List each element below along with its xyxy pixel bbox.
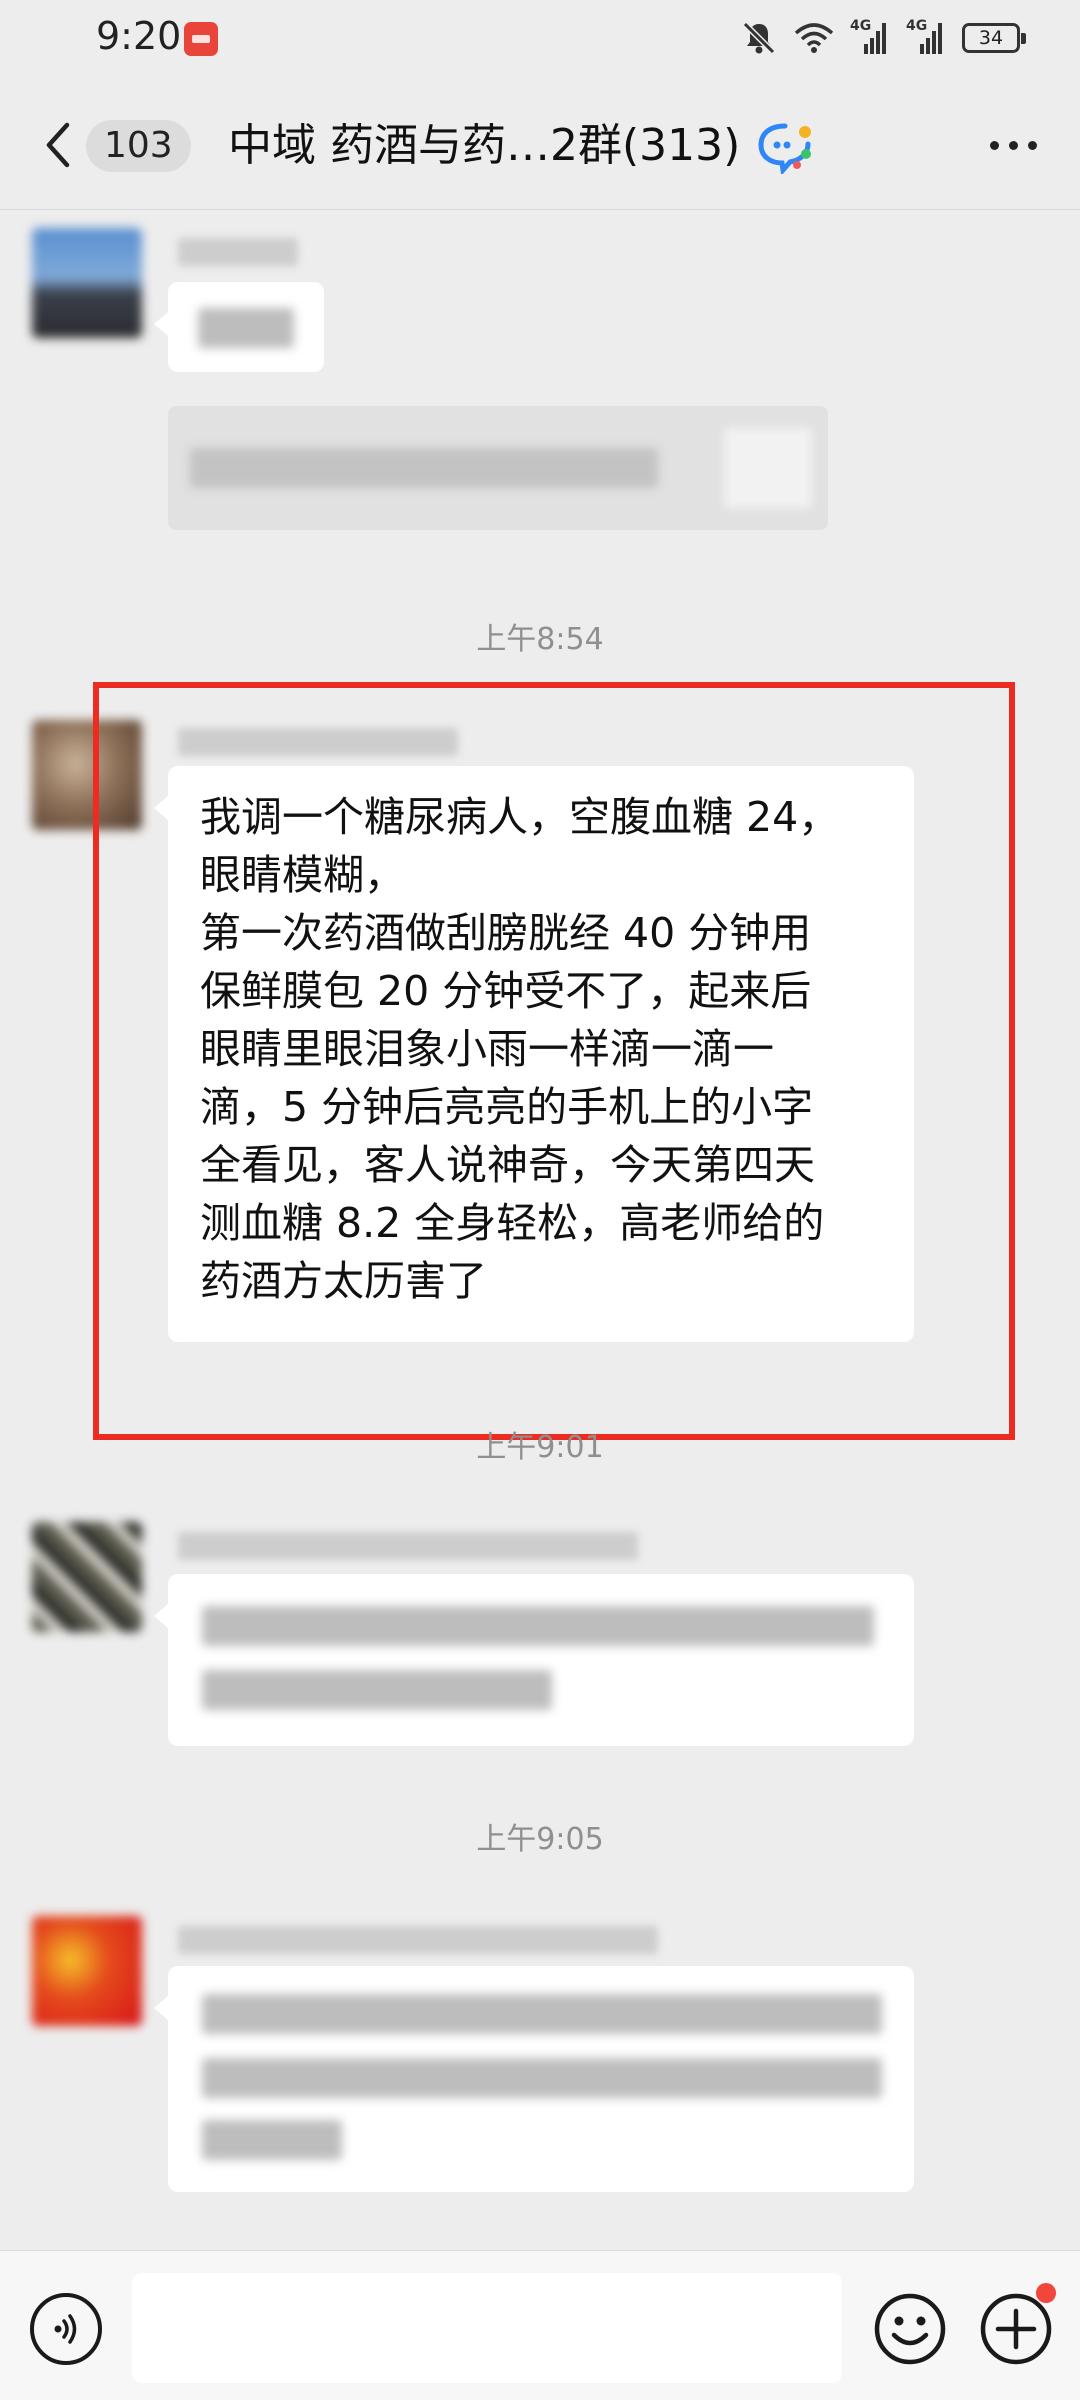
blurred-text	[202, 1670, 552, 1710]
group-chat-icon[interactable]	[755, 120, 815, 174]
signal-icon: 4G	[906, 18, 946, 56]
notification-dot	[1036, 2283, 1056, 2303]
voice-button[interactable]	[30, 2293, 102, 2365]
network-type-label: 4G	[850, 18, 872, 34]
more-dots-icon	[989, 140, 999, 150]
blurred-thumbnail	[724, 428, 812, 508]
message-input[interactable]	[132, 2273, 842, 2383]
blurred-text	[202, 1994, 882, 2034]
timestamp: 上午9:01	[476, 1430, 604, 1465]
list-item[interactable]	[154, 1574, 914, 1746]
huawei-app-icon	[184, 22, 218, 56]
more-dots-icon	[1027, 140, 1037, 150]
more-dots-icon	[1008, 140, 1018, 150]
unread-count-badge[interactable]: 103	[86, 120, 191, 172]
blurred-text	[198, 308, 294, 348]
voice-icon	[54, 2314, 77, 2344]
message-list[interactable]: 上午8:54 我调一个糖尿病人，空腹血糖 24， 眼睛模糊， 第一次药酒做刮膀胱…	[0, 210, 1080, 2250]
chat-header: 103 中域 药酒与药…2群(313)	[0, 80, 1080, 210]
avatar[interactable]	[32, 1522, 142, 1632]
network-type-label: 4G	[906, 18, 928, 34]
mute-bell-icon	[742, 21, 776, 55]
timestamp: 上午9:05	[476, 1822, 604, 1857]
avatar[interactable]	[32, 1916, 142, 2026]
sender-name	[178, 1532, 638, 1560]
quoted-message[interactable]	[168, 406, 828, 530]
avatar[interactable]	[32, 228, 142, 338]
back-button[interactable]	[36, 112, 80, 178]
list-item[interactable]	[154, 1966, 914, 2192]
blurred-text	[202, 2058, 882, 2098]
signal-icon: 4G	[850, 18, 890, 56]
chevron-left-icon	[46, 122, 70, 168]
chat-title[interactable]: 中域 药酒与药…2群(313)	[228, 116, 740, 176]
input-bar	[0, 2250, 1080, 2400]
timestamp: 上午8:54	[476, 622, 604, 657]
sender-name	[178, 1926, 658, 1954]
sender-name	[178, 238, 298, 266]
status-bar: 9:20 4G 4G 34	[0, 0, 1080, 80]
blurred-text	[202, 2120, 342, 2160]
list-item[interactable]	[154, 282, 324, 372]
battery-icon: 34	[962, 23, 1026, 53]
status-time: 9:20	[96, 14, 182, 58]
status-icons: 4G 4G 34	[740, 18, 1026, 58]
more-options-button[interactable]	[976, 114, 1050, 176]
blurred-text	[202, 1606, 874, 1646]
emoji-icon[interactable]	[872, 2291, 948, 2367]
wifi-icon	[794, 23, 834, 53]
blurred-text	[190, 448, 658, 488]
battery-level: 34	[978, 27, 1004, 49]
highlight-annotation	[93, 682, 1015, 1440]
